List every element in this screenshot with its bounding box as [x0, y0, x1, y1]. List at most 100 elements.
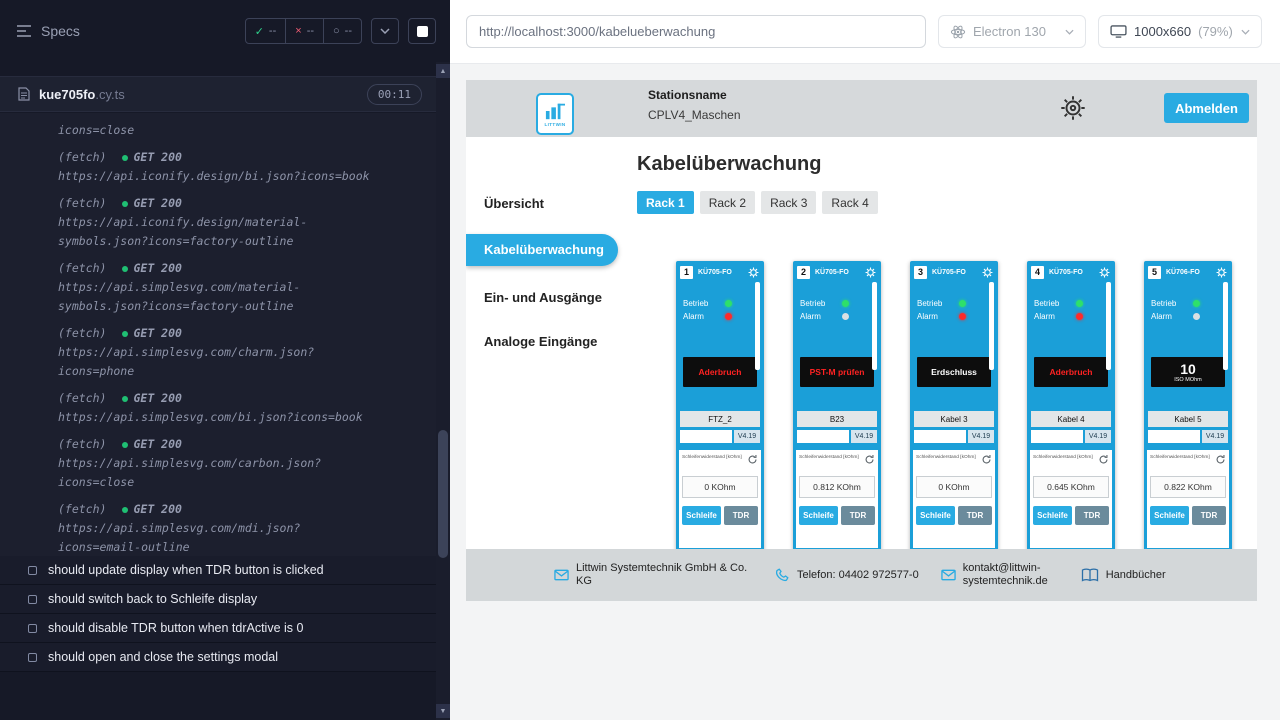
name-input[interactable] [680, 430, 732, 443]
log-entry[interactable]: (fetch)GET 200 https://api.simplesvg.com… [58, 435, 376, 492]
card-scrollbar[interactable] [1223, 282, 1228, 370]
refresh-icon[interactable] [1215, 454, 1226, 465]
x-icon: × [295, 25, 301, 37]
app-nav: Übersicht Kabelüberwachung Ein- und Ausg… [466, 137, 637, 601]
check-icon: ✓ [255, 25, 264, 38]
status-dot-icon [122, 442, 128, 448]
viewport-selector[interactable]: 1000x660 (79%) [1098, 15, 1262, 48]
tdr-button[interactable]: TDR [841, 506, 875, 525]
status-dot-icon [122, 331, 128, 337]
name-input[interactable] [1148, 430, 1200, 443]
refresh-icon[interactable] [747, 454, 758, 465]
nav-item-analoge-eingaenge[interactable]: Analoge Eingänge [466, 330, 637, 354]
test-item[interactable]: should switch back to Schleife display [0, 585, 436, 613]
spec-file-icon [18, 87, 30, 101]
footer-email[interactable]: kontakt@littwin-systemtechnik.de [941, 562, 1059, 588]
device-number: 3 [914, 266, 927, 279]
card-scrollbar[interactable] [1106, 282, 1111, 370]
tab-rack-3[interactable]: Rack 3 [761, 191, 816, 214]
tab-rack-2[interactable]: Rack 2 [700, 191, 755, 214]
tdr-button[interactable]: TDR [1075, 506, 1109, 525]
app-frame: LITTWIN Stationsname CPLV4_Maschen Abmel… [466, 80, 1257, 601]
nav-item-ein-und-ausgaenge[interactable]: Ein- und Ausgänge [466, 286, 637, 310]
refresh-icon[interactable] [1098, 454, 1109, 465]
spec-header[interactable]: kue705fo .cy.ts 00:11 [0, 76, 436, 112]
logout-button[interactable]: Abmelden [1164, 93, 1249, 123]
schleife-button[interactable]: Schleife [916, 506, 955, 525]
mail-icon [941, 569, 956, 581]
gear-icon[interactable] [982, 267, 993, 278]
viewport-size: 1000x660 [1134, 24, 1191, 39]
cable-name: Kabel 4 [1031, 411, 1111, 427]
measurement-value: 0 KOhm [916, 476, 992, 498]
refresh-icon[interactable] [981, 454, 992, 465]
settings-gear-icon[interactable] [1060, 95, 1086, 121]
test-item[interactable]: should disable TDR button when tdrActive… [0, 614, 436, 642]
log-entry[interactable]: (fetch)GET 200 https://api.iconify.desig… [58, 194, 376, 251]
test-state-icon [28, 595, 37, 604]
schleife-button[interactable]: Schleife [1033, 506, 1072, 525]
card-scrollbar[interactable] [989, 282, 994, 370]
gear-icon[interactable] [1216, 267, 1227, 278]
scroll-down-icon[interactable]: ▼ [436, 704, 450, 718]
tdr-button[interactable]: TDR [958, 506, 992, 525]
tdr-button[interactable]: TDR [724, 506, 758, 525]
status-display: 10 ISO MOhm [1151, 357, 1225, 387]
firmware-version: V4.19 [734, 430, 760, 443]
station-name: CPLV4_Maschen [648, 108, 741, 122]
test-item[interactable]: should update display when TDR button is… [0, 556, 436, 584]
gear-icon[interactable] [1099, 267, 1110, 278]
refresh-icon[interactable] [864, 454, 875, 465]
browser-bar: http://localhost:3000/kabelueberwachung … [450, 0, 1280, 64]
stat-passed: ✓-- [246, 19, 286, 43]
nav-item-uebersicht[interactable]: Übersicht [466, 192, 637, 216]
footer-manuals[interactable]: Handbücher [1081, 568, 1166, 582]
tab-rack-1[interactable]: Rack 1 [637, 191, 694, 214]
status-display: PST-M prüfen [800, 357, 874, 387]
device-number: 5 [1148, 266, 1161, 279]
scrollbar[interactable]: ▲ ▼ [436, 62, 450, 720]
log-entry[interactable]: (fetch)GET 200 https://api.simplesvg.com… [58, 389, 376, 427]
gear-icon[interactable] [748, 267, 759, 278]
card-scrollbar[interactable] [755, 282, 760, 370]
specs-label: Specs [41, 23, 80, 39]
log-entry[interactable]: (fetch)GET 200 https://api.iconify.desig… [58, 148, 376, 186]
browser-selector[interactable]: Electron 130 [938, 15, 1086, 48]
tab-rack-4[interactable]: Rack 4 [822, 191, 877, 214]
url-input[interactable]: http://localhost:3000/kabelueberwachung [466, 15, 926, 48]
device-model: KÜ705-FO [815, 269, 849, 276]
log-entry[interactable]: (fetch)GET 200 https://api.simplesvg.com… [58, 500, 376, 556]
status-display: Erdschluss [917, 357, 991, 387]
device-number: 2 [797, 266, 810, 279]
schleife-button[interactable]: Schleife [682, 506, 721, 525]
log-entry[interactable]: (fetch)GET 200 https://api.simplesvg.com… [58, 259, 376, 316]
name-input[interactable] [1031, 430, 1083, 443]
betrieb-led-icon [1076, 300, 1083, 307]
device-card: 5 KÜ706-FO Betrieb Alarm 10 ISO MOhm Kab… [1144, 261, 1232, 561]
name-input[interactable] [914, 430, 966, 443]
firmware-version: V4.19 [968, 430, 994, 443]
cable-name: B23 [797, 411, 877, 427]
specs-menu-button[interactable]: Specs [16, 23, 80, 39]
collapse-button[interactable] [371, 18, 399, 44]
log-line-partial[interactable]: icons=close [58, 121, 376, 140]
measurement-value: 0.645 KOhm [1033, 476, 1109, 498]
name-input[interactable] [797, 430, 849, 443]
log-entry[interactable]: (fetch)GET 200 https://api.simplesvg.com… [58, 324, 376, 381]
test-item[interactable]: should open and close the settings modal [0, 643, 436, 671]
nav-item-kabelueberwachung[interactable]: Kabelüberwachung [466, 234, 618, 266]
card-scrollbar[interactable] [872, 282, 877, 370]
schleife-button[interactable]: Schleife [1150, 506, 1189, 525]
tdr-button[interactable]: TDR [1192, 506, 1226, 525]
measurement-value: 0.812 KOhm [799, 476, 875, 498]
stop-button[interactable] [408, 18, 436, 44]
test-state-icon [28, 653, 37, 662]
gear-icon[interactable] [865, 267, 876, 278]
scroll-up-icon[interactable]: ▲ [436, 64, 450, 78]
browser-name: Electron 130 [973, 24, 1046, 39]
command-log: icons=close (fetch)GET 200 https://api.i… [0, 113, 436, 556]
status-dot-icon [122, 507, 128, 513]
scrollbar-thumb[interactable] [438, 430, 448, 558]
status-dot-icon [122, 266, 128, 272]
schleife-button[interactable]: Schleife [799, 506, 838, 525]
